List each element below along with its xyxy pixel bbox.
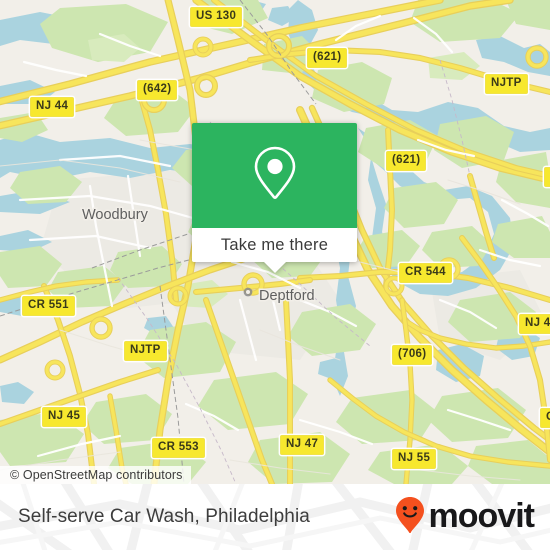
osm-attribution: © OpenStreetMap contributors xyxy=(0,466,191,484)
road-shield-label: CR 551 xyxy=(28,299,69,311)
take-me-there-label: Take me there xyxy=(220,235,329,254)
moovit-smiley-pin-icon xyxy=(395,496,425,539)
road-shield-label: CR 553 xyxy=(158,441,199,453)
road-shield-label: (706) xyxy=(398,348,427,360)
road-shield-label: CR 7 xyxy=(546,411,550,423)
road-shield-label: NJ 55 xyxy=(398,452,431,464)
road-shield-label: (621) xyxy=(392,154,421,166)
footer-bar: Self-serve Car Wash, Philadelphia moovit xyxy=(0,484,550,550)
road-shield: CR 551 xyxy=(22,296,75,316)
road-shield: CR 7 xyxy=(540,408,550,428)
place-title: Self-serve Car Wash, Philadelphia xyxy=(18,484,310,550)
road-shield: (642) xyxy=(137,80,178,100)
moovit-wordmark: moovit xyxy=(428,497,535,535)
road-shield-label: CR 544 xyxy=(405,266,446,278)
road-shield: NJ xyxy=(544,167,550,187)
road-shield: US 130 xyxy=(190,7,243,27)
place-title-text: Self-serve Car Wash, Philadelphia xyxy=(18,506,310,527)
road-shield: NJ 42 xyxy=(519,314,550,334)
moovit-logo[interactable]: moovit xyxy=(395,484,535,550)
road-shield-label: NJ 44 xyxy=(36,100,69,112)
road-shield-label: NJTP xyxy=(130,344,161,356)
road-shield-label: NJTP xyxy=(491,77,522,89)
road-shield-label: (642) xyxy=(143,83,172,95)
road-shield: (621) xyxy=(307,48,348,68)
road-shield-label: US 130 xyxy=(196,10,237,22)
callout-icon-panel xyxy=(192,123,357,228)
road-shield: NJTP xyxy=(124,341,167,361)
osm-attribution-text: © OpenStreetMap contributors xyxy=(10,468,183,482)
callout-pointer-tail xyxy=(263,262,286,273)
map-pin-icon xyxy=(252,145,298,206)
road-shield: NJ 45 xyxy=(42,407,87,427)
take-me-there-callout[interactable]: Take me there xyxy=(192,123,357,273)
road-shield: NJ 47 xyxy=(280,435,325,455)
road-shield-label: NJ 45 xyxy=(48,410,81,422)
road-shield-label: (621) xyxy=(313,51,342,63)
road-shield: NJ 55 xyxy=(392,449,437,469)
take-me-there-button[interactable]: Take me there xyxy=(192,228,357,273)
road-shield: CR 553 xyxy=(152,438,205,458)
road-shield: (621) xyxy=(386,151,427,171)
screenshot-root: .w{fill:#aad3df} .pk{fill:#cde6b0} .pk2{… xyxy=(0,0,550,550)
road-shield: NJ 44 xyxy=(30,97,75,117)
road-shield: CR 544 xyxy=(399,263,452,283)
road-shield: NJTP xyxy=(485,74,528,94)
road-shield-label: NJ 42 xyxy=(525,317,550,329)
road-shield: (706) xyxy=(392,345,433,365)
road-shield-label: NJ 47 xyxy=(286,438,319,450)
